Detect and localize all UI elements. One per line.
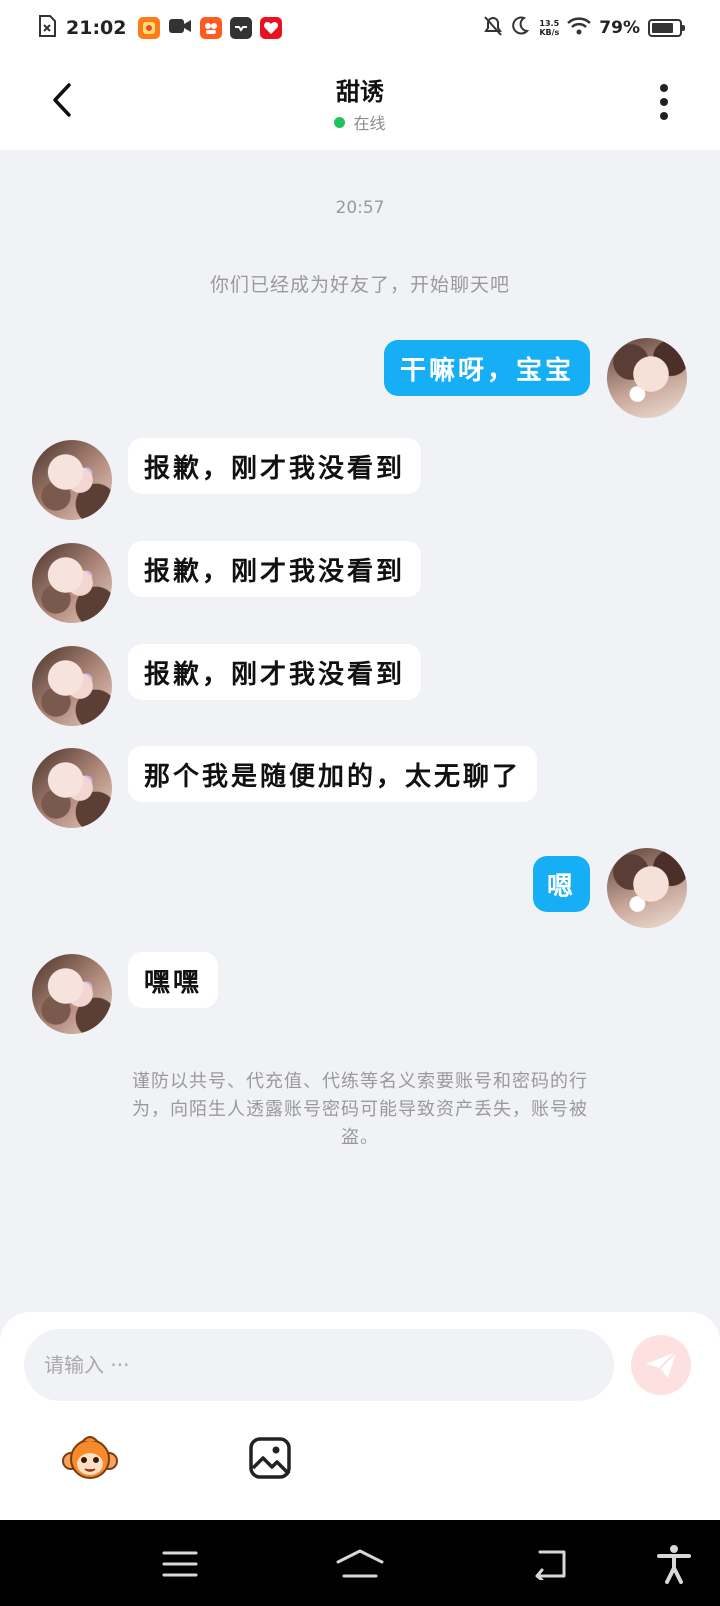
incoming-message-bubble[interactable]: 那个我是随便加的，太无聊了 [128, 746, 538, 802]
wifi-icon [567, 17, 592, 39]
chat-area[interactable]: 20:57 你们已经成为好友了，开始聊天吧 干嘛呀，宝宝 报歉，刚才我没看到 报… [0, 150, 720, 1315]
online-status: 在线 [0, 110, 720, 134]
status-bar-left: 21:02 [38, 14, 283, 42]
network-speed: 13.5 KB/s [539, 19, 559, 37]
image-icon [249, 1437, 291, 1479]
message-input[interactable] [24, 1329, 614, 1401]
silent-bell-icon [483, 15, 503, 41]
contact-avatar[interactable] [32, 543, 112, 623]
recent-apps-button[interactable] [156, 1540, 204, 1588]
return-arrow-icon [535, 1550, 566, 1580]
status-bar-right: 13.5 KB/s 79% [483, 14, 685, 42]
contact-avatar[interactable] [32, 646, 112, 726]
outgoing-message-bubble[interactable]: 干嘛呀，宝宝 [383, 340, 590, 396]
video-camera-icon [168, 17, 192, 39]
incoming-message-bubble[interactable]: 报歉，刚才我没看到 [128, 438, 422, 494]
system-nav-bar [0, 1520, 720, 1606]
security-warning: 谨防以共号、代充值、代练等名义索要账号和密码的行 为，向陌生人透露账号密码可能导… [70, 1068, 650, 1152]
contact-avatar[interactable] [32, 954, 112, 1034]
battery-fill [652, 23, 673, 33]
chat-header: 甜诱 在线 [0, 56, 720, 150]
file-error-icon [38, 15, 56, 41]
incoming-message-bubble[interactable]: 嘿嘿 [128, 952, 219, 1008]
contact-avatar[interactable] [32, 748, 112, 828]
contact-avatar[interactable] [32, 440, 112, 520]
inbox-icon [230, 17, 253, 39]
sticker-button[interactable] [60, 1428, 120, 1488]
app-icon-1 [138, 17, 161, 39]
moon-icon [511, 16, 531, 40]
battery-percent: 79% [599, 18, 640, 38]
more-options-button[interactable] [644, 80, 684, 124]
menu-lines-icon [162, 1551, 198, 1577]
accessibility-icon [657, 1545, 691, 1584]
monkey-sticker-icon [62, 1436, 118, 1479]
image-picker-button[interactable] [240, 1428, 300, 1488]
app-icon-2 [200, 17, 223, 39]
incoming-message-bubble[interactable]: 报歉，刚才我没看到 [128, 541, 422, 597]
composer-panel [0, 1312, 720, 1520]
online-dot-icon [334, 116, 346, 128]
network-speed-unit: KB/s [539, 28, 560, 37]
message-timestamp: 20:57 [335, 198, 385, 218]
send-button[interactable] [631, 1335, 691, 1395]
send-plane-icon [646, 1351, 677, 1378]
security-warning-line: 谨防以共号、代充值、代练等名义索要账号和密码的行 [132, 1071, 588, 1092]
battery-icon [648, 19, 685, 37]
home-icon [336, 1549, 384, 1578]
online-status-label: 在线 [353, 114, 386, 133]
outgoing-message-bubble[interactable]: 嗯 [532, 856, 590, 912]
network-speed-value: 13.5 [539, 19, 560, 28]
my-avatar[interactable] [607, 848, 687, 928]
accessibility-button[interactable] [650, 1540, 698, 1588]
status-time: 21:02 [66, 17, 127, 39]
system-note: 你们已经成为好友了，开始聊天吧 [209, 274, 510, 296]
back-nav-button[interactable] [526, 1540, 574, 1588]
contact-name: 甜诱 [336, 78, 384, 106]
vertical-dots-icon [660, 84, 668, 120]
my-avatar[interactable] [607, 338, 687, 418]
status-bar: 21:02 13.5 KB/s 79% [0, 0, 720, 56]
security-warning-line: 为，向陌生人透露账号密码可能导致资产丢失，账号被 [132, 1099, 588, 1120]
security-warning-line: 盗。 [341, 1127, 379, 1148]
incoming-message-bubble[interactable]: 报歉，刚才我没看到 [128, 644, 422, 700]
home-button[interactable] [336, 1540, 384, 1588]
app-icon-3 [260, 17, 283, 39]
